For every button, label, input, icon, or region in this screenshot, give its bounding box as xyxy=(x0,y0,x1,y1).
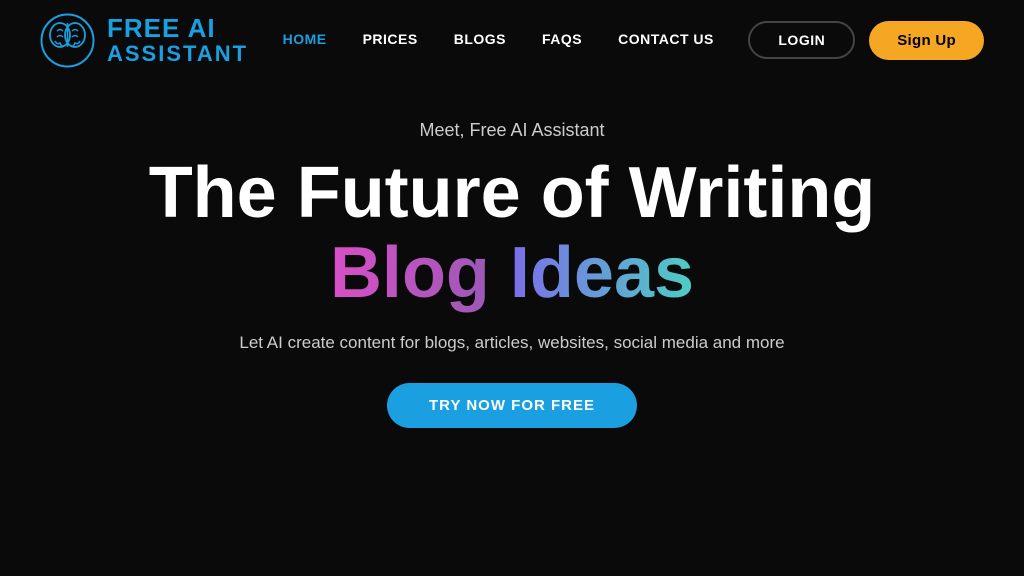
try-now-button[interactable]: TRY NOW FOR FREE xyxy=(387,383,637,428)
hero-section: Meet, Free AI Assistant The Future of Wr… xyxy=(0,80,1024,458)
nav-link-faqs[interactable]: FAQS xyxy=(542,31,582,47)
signup-button[interactable]: Sign Up xyxy=(869,21,984,60)
nav-item-contact[interactable]: CONTACT US xyxy=(618,31,714,49)
nav-links: HOME PRICES BLOGS FAQS CONTACT US xyxy=(283,31,714,49)
nav-link-blogs[interactable]: BLOGS xyxy=(454,31,506,47)
hero-title-line1: The Future of Writing xyxy=(149,157,876,229)
nav-link-home[interactable]: HOME xyxy=(283,31,327,47)
nav-item-home[interactable]: HOME xyxy=(283,31,327,49)
logo-text: FREE AI ASSISTANT xyxy=(107,14,248,67)
nav-link-prices[interactable]: PRICES xyxy=(363,31,418,47)
brain-icon xyxy=(40,13,95,68)
hero-word-blog: Blog xyxy=(330,233,490,313)
hero-description: Let AI create content for blogs, article… xyxy=(239,333,784,353)
hero-word-ideas: Ideas xyxy=(510,233,694,313)
navbar: FREE AI ASSISTANT HOME PRICES BLOGS FAQS… xyxy=(0,0,1024,80)
nav-item-blogs[interactable]: BLOGS xyxy=(454,31,506,49)
nav-item-faqs[interactable]: FAQS xyxy=(542,31,582,49)
logo-line2: ASSISTANT xyxy=(107,42,248,66)
logo: FREE AI ASSISTANT xyxy=(40,13,248,68)
nav-link-contact[interactable]: CONTACT US xyxy=(618,31,714,47)
hero-title-line2: Blog Ideas xyxy=(330,237,694,309)
nav-item-prices[interactable]: PRICES xyxy=(363,31,418,49)
hero-subtitle: Meet, Free AI Assistant xyxy=(419,120,604,141)
nav-buttons: LOGIN Sign Up xyxy=(748,21,984,60)
logo-line1: FREE AI xyxy=(107,24,216,41)
login-button[interactable]: LOGIN xyxy=(748,21,855,59)
